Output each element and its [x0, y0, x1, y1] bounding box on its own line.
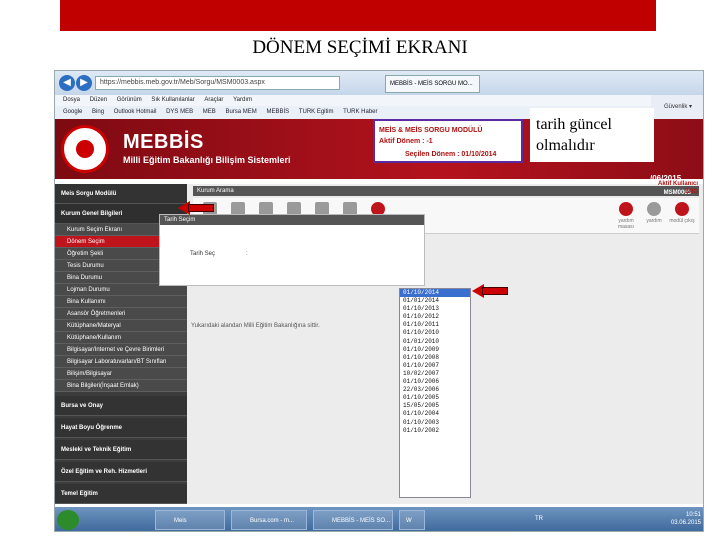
browser-toolbar: ◀ ▶ https://mebbis.meb.gov.tr/Meb/Sorgu/…: [55, 71, 703, 95]
browser-tab[interactable]: MEBBİS - MEİS SORGU MO...: [385, 75, 480, 93]
dropdown-option[interactable]: 10/02/2007: [400, 370, 470, 378]
menu-item[interactable]: Sık Kullanılanlar: [151, 97, 194, 103]
user-info: Aktif Kullanıcı ERG: [524, 178, 704, 204]
dropdown-option[interactable]: 01/01/2010: [400, 338, 470, 346]
help-desk-icon: [619, 202, 633, 216]
date-select-label: Tarih Seç: [190, 251, 216, 257]
slide-top-bar: [60, 0, 656, 31]
module-title: MEİS & MEİS SORGU MODÜLÜ: [379, 127, 483, 134]
power-icon: [675, 202, 689, 216]
dropdown-option[interactable]: 01/10/2007: [400, 362, 470, 370]
favorite-link[interactable]: Google: [63, 109, 82, 115]
dropdown-option[interactable]: 01/10/2013: [400, 305, 470, 313]
user-name: ERG: [684, 189, 698, 195]
dropdown-option[interactable]: 01/10/2009: [400, 346, 470, 354]
favorite-link[interactable]: Outlook Hotmail: [114, 109, 157, 115]
active-period: Aktif Dönem : -1: [379, 138, 433, 145]
dropdown-option[interactable]: 15/05/2005: [400, 402, 470, 410]
selected-period: Seçilen Dönem : 01/10/2014: [405, 151, 497, 158]
sidebar-item-ozel[interactable]: Özel Eğitim ve Reh. Hizmetleri: [55, 462, 187, 482]
dropdown-option[interactable]: 01/10/2004: [400, 410, 470, 418]
dropdown-option[interactable]: 01/10/2010: [400, 329, 470, 337]
help-desk-button[interactable]: yardım masası: [613, 202, 639, 230]
sidebar-subitem[interactable]: Kütüphane/Kullanım: [55, 332, 187, 344]
dropdown-option[interactable]: 22/03/2006: [400, 386, 470, 394]
dropdown-option[interactable]: 01/10/2003: [400, 419, 470, 427]
panel-title: Tarih Seçim: [160, 215, 424, 225]
sidebar-subitem[interactable]: Bilgisayar/Internet ve Çevre Birimleri: [55, 344, 187, 356]
dropdown-option[interactable]: 01/01/2014: [400, 297, 470, 305]
menu-item[interactable]: Görünüm: [117, 97, 142, 103]
date-select-colon: :: [246, 251, 248, 257]
favorite-link[interactable]: MEBBİS: [266, 109, 289, 115]
dropdown-option[interactable]: 01/10/2008: [400, 354, 470, 362]
dropdown-option[interactable]: 01/10/2002: [400, 427, 470, 435]
favorite-link[interactable]: Bing: [92, 109, 104, 115]
dropdown-option[interactable]: 01/10/2012: [400, 313, 470, 321]
date-select-panel: Tarih Seçim Tarih Seç :: [159, 214, 425, 286]
start-icon[interactable]: [57, 510, 79, 530]
dropdown-option[interactable]: 01/10/2011: [400, 321, 470, 329]
sidebar-subitem[interactable]: Bina Bilgileri(İnşaat Emlak): [55, 380, 187, 392]
taskbar-item[interactable]: MEBBİS - MEİS SO...: [313, 510, 393, 530]
date-dropdown-list[interactable]: 01/10/2014 01/01/2014 01/10/2013 01/10/2012…: [399, 288, 471, 498]
sidebar-subitem[interactable]: Asansör Öğretmenleri: [55, 308, 187, 320]
menu-item[interactable]: Düzen: [90, 97, 107, 103]
exit-button[interactable]: modül çıkış: [669, 202, 695, 224]
content-title: Kurum Arama: [197, 188, 234, 194]
pointer-arrow-icon: [472, 284, 508, 298]
sidebar-subitem[interactable]: Bilgisayar Laboratuvarları/BT Sınıfları: [55, 356, 187, 368]
favorite-link[interactable]: Bursa MEM: [225, 109, 256, 115]
content-note: Yukarıdaki alandan Milli Eğitim Bakanlığ…: [191, 323, 320, 329]
favorite-link[interactable]: TURK Egitim: [299, 109, 334, 115]
brand-name: MEBBİS: [123, 131, 204, 153]
favorite-link[interactable]: MEB: [203, 109, 216, 115]
back-icon[interactable]: ◀: [59, 75, 75, 91]
system-clock: 10:51 03.06.2015: [670, 512, 701, 526]
meb-logo-icon: [61, 125, 109, 173]
dropdown-option[interactable]: 01/10/2006: [400, 378, 470, 386]
sidebar-item-meis[interactable]: Meis Sorgu Modülü: [55, 184, 187, 204]
language-indicator[interactable]: TR: [535, 516, 543, 522]
sidebar-subitem[interactable]: Bilişim/Bilgisayar: [55, 368, 187, 380]
windows-taskbar: Meis Bursa.com - m... MEBBİS - MEİS SO..…: [55, 507, 703, 531]
slide-title: DÖNEM SEÇİMİ EKRANI: [252, 37, 468, 58]
sidebar-item-hbo[interactable]: Hayat Boyu Öğrenme: [55, 418, 187, 438]
help-button[interactable]: yardım: [641, 202, 667, 224]
menu-item[interactable]: Dosya: [63, 97, 80, 103]
taskbar-item[interactable]: Meis: [155, 510, 225, 530]
pointer-arrow-icon: [178, 201, 214, 215]
browser-menu: Dosya Düzen Görünüm Sık Kullanılanlar Ar…: [55, 95, 703, 106]
command-bar[interactable]: Güvenlik ▾: [651, 95, 703, 119]
sidebar-item-mesleki[interactable]: Mesleki ve Teknik Eğitim: [55, 440, 187, 460]
dropdown-option[interactable]: 01/10/2014: [400, 289, 470, 298]
sidebar-subitem[interactable]: Bina Kullanımı: [55, 296, 187, 308]
favorite-link[interactable]: DYS MEB: [166, 109, 193, 115]
favorite-link[interactable]: TURK Haber: [343, 109, 377, 115]
taskbar-item[interactable]: Bursa.com - m...: [231, 510, 307, 530]
forward-icon[interactable]: ▶: [76, 75, 92, 91]
sidebar-subitem[interactable]: Kütüphane/Materyal: [55, 320, 187, 332]
dropdown-option[interactable]: 01/10/2005: [400, 394, 470, 402]
annotation-callout: tarih güncel olmalıdır: [530, 108, 654, 162]
sidebar-item-burs[interactable]: Bursa ve Onay: [55, 396, 187, 416]
help-icon: [647, 202, 661, 216]
user-label: Aktif Kullanıcı: [657, 181, 698, 187]
sidebar-item-temel[interactable]: Temel Eğitim: [55, 484, 187, 504]
brand-subtitle: Milli Eğitim Bakanlığı Bilişim Sistemler…: [123, 155, 291, 165]
menu-item[interactable]: Araçlar: [204, 97, 223, 103]
taskbar-item[interactable]: W: [399, 510, 425, 530]
address-bar[interactable]: https://mebbis.meb.gov.tr/Meb/Sorgu/MSM0…: [95, 76, 340, 90]
menu-item[interactable]: Yardım: [233, 97, 252, 103]
